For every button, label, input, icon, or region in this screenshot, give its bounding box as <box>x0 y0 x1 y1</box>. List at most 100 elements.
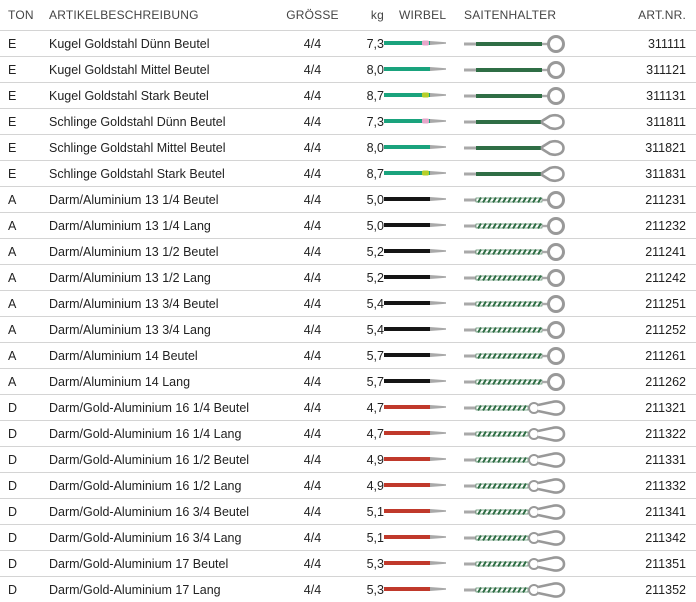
cell-kg: 5,0 <box>366 192 384 207</box>
cell-wirbel <box>384 265 464 290</box>
cell-ton: A <box>8 218 17 233</box>
cell-art-nr: 211351 <box>645 556 686 571</box>
cell-art-nr: 311811 <box>646 114 686 129</box>
cell-saitenhalter <box>464 213 594 238</box>
cell-kg: 5,1 <box>366 504 384 519</box>
table-row: E Kugel Goldstahl Dünn Beutel 4/4 7,3 311111 <box>0 30 696 56</box>
cell-kg: 4,9 <box>366 478 384 493</box>
cell-art-nr: 311831 <box>645 166 686 181</box>
cell-ton: D <box>8 504 18 519</box>
cell-description: Schlinge Goldstahl Dünn Beutel <box>49 114 226 129</box>
cell-saitenhalter <box>464 57 594 82</box>
cell-art-nr: 211322 <box>645 426 686 441</box>
cell-ton: D <box>8 426 18 441</box>
cell-kg: 7,3 <box>366 36 384 51</box>
table-row: D Darm/Gold-Aluminium 16 3/4 Lang 4/4 5,1 21… <box>0 524 696 550</box>
saitenhalter-wound-knot-icon <box>464 400 566 416</box>
cell-ton: E <box>8 114 17 129</box>
wirbel-string-icon <box>384 327 446 331</box>
saitenhalter-ball-icon <box>464 35 565 53</box>
cell-saitenhalter <box>464 343 594 368</box>
wirbel-string-icon <box>384 118 446 124</box>
table-row: D Darm/Gold-Aluminium 17 Lang 4/4 5,3 211352 <box>0 576 696 602</box>
cell-size: 4/4 <box>303 296 322 311</box>
cell-size: 4/4 <box>303 322 322 337</box>
cell-art-nr: 211261 <box>645 348 686 363</box>
cell-ton: A <box>8 322 17 337</box>
cell-kg: 8,7 <box>366 88 384 103</box>
header-wirbel: WIRBEL <box>399 8 447 22</box>
cell-ton: A <box>8 374 17 389</box>
cell-art-nr: 211242 <box>645 270 686 285</box>
table-row: E Kugel Goldstahl Stark Beutel 4/4 8,7 31113… <box>0 82 696 108</box>
cell-art-nr: 211252 <box>645 322 686 337</box>
cell-description: Darm/Gold-Aluminium 16 3/4 Beutel <box>49 504 250 519</box>
wirbel-string-icon <box>384 379 446 383</box>
cell-description: Darm/Gold-Aluminium 17 Lang <box>49 582 221 597</box>
cell-kg: 7,3 <box>366 114 384 129</box>
cell-kg: 8,0 <box>366 140 384 155</box>
cell-ton: E <box>8 140 17 155</box>
cell-description: Darm/Aluminium 13 1/2 Beutel <box>49 244 219 259</box>
cell-ton: D <box>8 478 18 493</box>
cell-saitenhalter <box>464 551 594 576</box>
cell-size: 4/4 <box>303 218 322 233</box>
cell-art-nr: 211332 <box>645 478 686 493</box>
header-saitenhalter: SAITENHALTER <box>464 8 557 22</box>
cell-wirbel <box>384 83 464 108</box>
cell-size: 4/4 <box>303 62 322 77</box>
cell-kg: 5,4 <box>366 296 384 311</box>
cell-kg: 5,0 <box>366 218 384 233</box>
cell-description: Darm/Gold-Aluminium 16 1/2 Beutel <box>49 452 250 467</box>
cell-ton: E <box>8 36 17 51</box>
product-table: TON ARTIKELBESCHREIBUNG GRÖSSE kg WIRBEL… <box>0 0 696 602</box>
cell-saitenhalter <box>464 161 594 186</box>
cell-saitenhalter <box>464 421 594 446</box>
cell-saitenhalter <box>464 473 594 498</box>
cell-kg: 4,7 <box>366 426 384 441</box>
saitenhalter-loop-icon <box>464 139 565 157</box>
cell-wirbel <box>384 291 464 316</box>
header-size: GRÖSSE <box>286 8 339 22</box>
cell-art-nr: 211331 <box>645 452 686 467</box>
cell-description: Darm/Gold-Aluminium 17 Beutel <box>49 556 229 571</box>
cell-description: Schlinge Goldstahl Stark Beutel <box>49 166 225 181</box>
cell-art-nr: 211232 <box>645 218 686 233</box>
cell-ton: A <box>8 244 17 259</box>
cell-size: 4/4 <box>303 452 322 467</box>
saitenhalter-loop-icon <box>464 113 565 131</box>
table-row: A Darm/Aluminium 13 3/4 Beutel 4/4 5,4 21125… <box>0 290 696 316</box>
wirbel-string-icon <box>384 249 446 253</box>
saitenhalter-ball-icon <box>464 61 565 79</box>
cell-ton: A <box>8 296 17 311</box>
cell-description: Kugel Goldstahl Stark Beutel <box>49 88 209 103</box>
cell-ton: D <box>8 582 18 597</box>
cell-description: Darm/Gold-Aluminium 16 1/4 Lang <box>49 426 242 441</box>
table-row: A Darm/Aluminium 14 Beutel 4/4 5,7 211261 <box>0 342 696 368</box>
cell-ton: E <box>8 88 17 103</box>
cell-size: 4/4 <box>303 114 322 129</box>
cell-kg: 8,7 <box>366 166 384 181</box>
saitenhalter-loop-icon <box>464 165 565 183</box>
cell-wirbel <box>384 369 464 394</box>
cell-saitenhalter <box>464 499 594 524</box>
cell-size: 4/4 <box>303 192 322 207</box>
table-row: E Schlinge Goldstahl Mittel Beutel 4/4 8,0 3… <box>0 134 696 160</box>
cell-saitenhalter <box>464 31 594 56</box>
table-row: A Darm/Aluminium 13 1/4 Lang 4/4 5,0 211232 <box>0 212 696 238</box>
table-row: D Darm/Gold-Aluminium 16 1/4 Beutel 4/4 4,7… <box>0 394 696 420</box>
header-description: ARTIKELBESCHREIBUNG <box>49 8 199 22</box>
cell-saitenhalter <box>464 109 594 134</box>
cell-description: Darm/Aluminium 13 3/4 Lang <box>49 322 211 337</box>
cell-size: 4/4 <box>303 140 322 155</box>
cell-size: 4/4 <box>303 270 322 285</box>
cell-wirbel <box>384 551 464 576</box>
cell-ton: A <box>8 270 17 285</box>
cell-art-nr: 211231 <box>645 192 686 207</box>
cell-wirbel <box>384 473 464 498</box>
cell-kg: 5,7 <box>366 374 384 389</box>
cell-wirbel <box>384 57 464 82</box>
table-row: D Darm/Gold-Aluminium 17 Beutel 4/4 5,3 2113… <box>0 550 696 576</box>
cell-size: 4/4 <box>303 478 322 493</box>
cell-wirbel <box>384 213 464 238</box>
